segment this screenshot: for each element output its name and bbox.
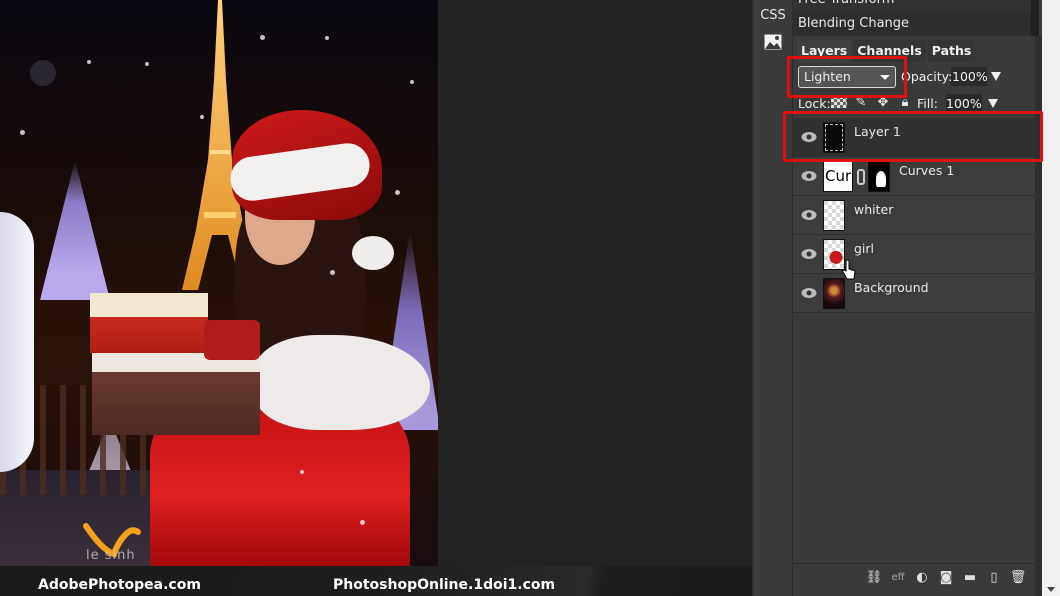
layer-row-girl[interactable]: girl	[793, 235, 1035, 274]
snowflake	[410, 80, 414, 84]
caption-right: PhotoshopOnline.1doi1.com	[333, 577, 556, 593]
lock-transparency-icon[interactable]	[831, 96, 847, 108]
css-button[interactable]: CSS	[753, 0, 793, 28]
history-item-label: Free Transform	[798, 0, 894, 7]
caption-left: AdobePhotopea.com	[38, 577, 201, 593]
snowflake	[200, 115, 204, 119]
tab-channels[interactable]: Channels	[853, 40, 926, 62]
eye-icon[interactable]	[801, 170, 817, 182]
snowflake	[260, 35, 265, 40]
lock-pixels-icon[interactable]: ✎	[853, 94, 869, 110]
effects-icon[interactable]: eff	[889, 568, 907, 586]
snowflake	[330, 270, 335, 275]
document-canvas[interactable]: le sinh	[0, 0, 438, 566]
curves-thumbnail: Cur	[823, 161, 853, 192]
opacity-dropdown-icon[interactable]	[991, 72, 1001, 81]
chevron-down-icon	[880, 75, 890, 80]
link-icon[interactable]: ⛓︎	[865, 568, 883, 586]
lock-position-icon[interactable]: ✥	[875, 94, 891, 110]
eye-icon[interactable]	[801, 287, 817, 299]
layers-bottom-toolbar: ⛓︎ eff ◐ ◙ ▬ ▯ 🗑︎	[793, 563, 1035, 589]
layer-row-whiter[interactable]: whiter	[793, 196, 1035, 235]
mask-thumbnail[interactable]	[868, 161, 890, 192]
layer-row-curves-1[interactable]: Cur Curves 1	[793, 157, 1035, 196]
snowflake	[145, 62, 149, 66]
snowflake	[325, 36, 329, 40]
snowman	[0, 212, 34, 472]
lock-label: Lock:	[798, 96, 831, 111]
eye-icon[interactable]	[801, 209, 817, 221]
eye-icon[interactable]	[801, 248, 817, 260]
snowflake	[30, 60, 56, 86]
scroll-down-icon[interactable]	[1047, 587, 1055, 592]
layer-name: girl	[854, 241, 875, 256]
image-button[interactable]	[753, 28, 793, 56]
fill-label: Fill:	[917, 96, 938, 111]
tab-paths[interactable]: Paths	[927, 40, 976, 62]
lock-all-icon[interactable]: 🔒︎	[897, 94, 913, 110]
layer-name: Curves 1	[899, 163, 955, 178]
mask-icon[interactable]: ◙	[937, 568, 955, 586]
snowflake	[87, 60, 91, 64]
history-item-active[interactable]: Blending Change	[793, 12, 1031, 36]
history-scrollbar[interactable]	[1031, 0, 1039, 36]
layer-row-background[interactable]: Background	[793, 274, 1035, 313]
new-layer-icon[interactable]: ▯	[985, 568, 1003, 586]
fill-dropdown-icon[interactable]	[988, 99, 998, 108]
snowflake	[20, 130, 25, 135]
panel-tabs: Layers Channels Paths	[797, 40, 977, 62]
layer-thumbnail	[823, 200, 845, 231]
lock-options: ✎ ✥ 🔒︎	[831, 94, 913, 110]
layer-name: Background	[854, 280, 929, 295]
folder-icon[interactable]: ▬	[961, 568, 979, 586]
css-label: CSS	[760, 7, 786, 23]
gift-box-red	[90, 293, 208, 353]
gift-ribbon	[204, 320, 260, 360]
layers-list: Layer 1 Cur Curves 1 whiter girl Backgro…	[793, 118, 1035, 313]
eye-icon[interactable]	[801, 131, 817, 143]
opacity-input[interactable]: 100%	[951, 67, 988, 86]
santa-hat-pompom	[352, 236, 394, 270]
blend-mode-select[interactable]: Lighten	[798, 66, 896, 88]
layers-panel-container: Free Transform Blending Change Layers Ch…	[792, 0, 1043, 596]
link-chain-icon[interactable]	[857, 169, 865, 185]
trash-icon[interactable]: 🗑︎	[1009, 568, 1027, 586]
blend-mode-value: Lighten	[804, 69, 851, 84]
fill-input[interactable]: 100%	[946, 94, 982, 113]
image-icon	[764, 34, 782, 50]
layer-row-layer-1[interactable]: Layer 1	[793, 118, 1035, 157]
hand-cursor-icon	[842, 259, 856, 280]
layer-name: Layer 1	[854, 124, 901, 139]
history-item-label: Blending Change	[798, 16, 910, 31]
opacity-label: Opacity:	[901, 69, 953, 84]
tab-layers[interactable]: Layers	[797, 40, 852, 62]
photopea-window: le sinh AdobePhotopea.com PhotoshopOnlin…	[0, 0, 1060, 596]
adjustment-icon[interactable]: ◐	[913, 568, 931, 586]
snowflake	[395, 190, 400, 195]
layer-name: whiter	[854, 202, 894, 217]
history-item[interactable]: Free Transform	[793, 0, 1031, 12]
side-tool-strip: CSS	[752, 0, 792, 596]
page-scrollbar[interactable]	[1042, 0, 1060, 596]
snowflake	[360, 520, 365, 525]
layer-thumbnail	[823, 122, 845, 153]
snowflake	[300, 470, 304, 474]
watermark-text: le sinh	[86, 548, 136, 563]
